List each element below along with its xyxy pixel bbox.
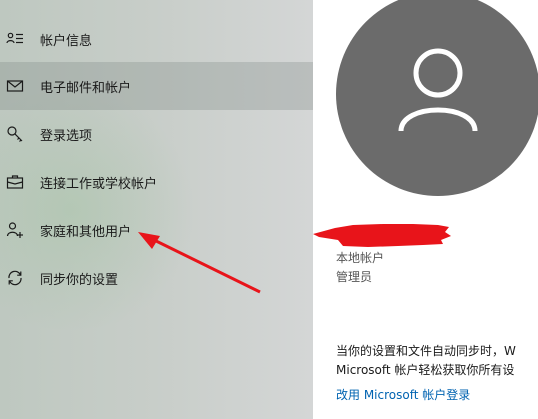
account-info-icon (6, 30, 24, 48)
sync-description-line: Microsoft 帐户轻松获取你所有设 (336, 363, 515, 377)
sidebar: 帐户信息 电子邮件和帐户 登录选项 连接工作或学校帐户 家庭和其他用户 同步你的… (0, 0, 313, 419)
account-type-label: 本地帐户 (336, 251, 385, 265)
add-person-icon (6, 221, 24, 239)
account-panel: 本地帐户 管理员 当你的设置和文件自动同步时，W Microsoft 帐户轻松获… (313, 0, 538, 419)
sidebar-item-label: 帐户信息 (40, 33, 93, 49)
avatar[interactable] (336, 0, 538, 196)
account-role-label: 管理员 (336, 270, 373, 284)
sidebar-item-sign-in-options[interactable]: 登录选项 (0, 110, 313, 158)
redacted-username (313, 224, 451, 247)
sidebar-item-family-other-users[interactable]: 家庭和其他用户 (0, 206, 313, 254)
sidebar-item-label: 登录选项 (40, 128, 93, 144)
sidebar-item-sync-settings[interactable]: 同步你的设置 (0, 254, 313, 302)
sidebar-item-account-info[interactable]: 帐户信息 (0, 15, 313, 63)
sidebar-item-label: 家庭和其他用户 (40, 224, 132, 240)
briefcase-icon (6, 173, 24, 191)
sidebar-item-email-accounts[interactable]: 电子邮件和帐户 (0, 62, 313, 110)
sidebar-item-label: 电子邮件和帐户 (40, 80, 132, 96)
sync-description-line: 当你的设置和文件自动同步时，W (336, 344, 516, 358)
sync-icon (6, 269, 24, 287)
sidebar-item-label: 连接工作或学校帐户 (40, 176, 158, 192)
user-silhouette-icon (398, 48, 478, 132)
sidebar-item-label: 同步你的设置 (40, 272, 119, 288)
mail-icon (6, 77, 24, 95)
settings-window: 帐户信息 电子邮件和帐户 登录选项 连接工作或学校帐户 家庭和其他用户 同步你的… (0, 0, 538, 419)
sign-in-with-microsoft-link[interactable]: 改用 Microsoft 帐户登录 (336, 386, 470, 403)
sidebar-item-work-school[interactable]: 连接工作或学校帐户 (0, 158, 313, 206)
key-icon (6, 125, 24, 143)
